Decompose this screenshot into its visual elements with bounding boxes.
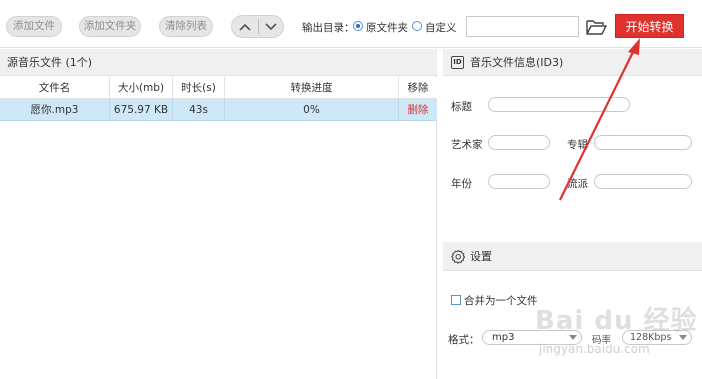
table-header: 文件名 大小(mb) 时长(s) 转换进度 移除 <box>0 77 437 99</box>
genre-input[interactable] <box>594 174 692 189</box>
column-header-duration: 时长(s) <box>173 77 225 99</box>
output-path-input[interactable] <box>466 16 579 37</box>
clear-list-button[interactable]: 清除列表 <box>159 16 213 37</box>
move-buttons-group <box>231 15 284 38</box>
radio-original-folder-label[interactable]: 原文件夹 <box>366 20 408 35</box>
title-input[interactable] <box>488 97 630 112</box>
id3-title: 音乐文件信息(ID3) <box>470 56 564 69</box>
source-files-title: 源音乐文件 (1个) <box>0 49 437 76</box>
radio-custom-folder-label[interactable]: 自定义 <box>425 20 457 35</box>
format-label: 格式： <box>448 334 480 346</box>
id3-icon: ID <box>451 56 464 69</box>
column-header-progress: 转换进度 <box>225 77 399 99</box>
radio-custom-folder[interactable] <box>412 21 422 31</box>
toolbar: 添加文件 添加文件夹 清除列表 输出目录： 原文件夹 自定义 开始转换 <box>0 0 702 48</box>
column-header-size: 大小(mb) <box>110 77 173 99</box>
album-label: 专辑 <box>567 139 588 151</box>
chevron-up-icon <box>239 23 251 31</box>
row-duration: 43s <box>173 99 225 121</box>
album-input[interactable] <box>594 135 692 150</box>
watermark-url: jingyan.baidu.com <box>539 342 650 356</box>
format-value: mp3 <box>492 332 515 343</box>
watermark-brand: Bai du 经验 <box>535 306 698 336</box>
artist-input[interactable] <box>488 135 550 150</box>
folder-open-icon[interactable] <box>585 17 607 37</box>
file-table: 文件名 大小(mb) 时长(s) 转换进度 移除 愿你.mp3 675.97 K… <box>0 77 437 121</box>
baidu-watermark: Bai du 经验 jingyan.baidu.com <box>533 298 698 368</box>
column-header-filename: 文件名 <box>0 77 110 99</box>
row-size: 675.97 KB <box>110 99 173 121</box>
add-folder-button[interactable]: 添加文件夹 <box>79 16 141 37</box>
move-down-button[interactable] <box>258 16 284 37</box>
row-delete-link[interactable]: 删除 <box>399 99 437 121</box>
artist-label: 艺术家 <box>451 139 483 151</box>
gear-icon <box>451 249 466 264</box>
merge-label[interactable]: 合并为一个文件 <box>464 293 538 308</box>
add-file-button[interactable]: 添加文件 <box>6 16 62 37</box>
radio-original-folder[interactable] <box>353 21 363 31</box>
move-up-button[interactable] <box>232 16 258 37</box>
id3-header: ID 音乐文件信息(ID3) <box>443 49 702 76</box>
row-progress: 0% <box>225 99 399 121</box>
output-dir-label: 输出目录： <box>302 22 355 34</box>
genre-label: 流派 <box>567 178 588 190</box>
delete-link[interactable]: 删除 <box>408 104 429 116</box>
column-header-remove: 移除 <box>407 82 429 94</box>
year-input[interactable] <box>488 174 550 189</box>
start-convert-button[interactable]: 开始转换 <box>615 14 684 38</box>
chevron-down-icon <box>265 22 277 30</box>
merge-checkbox[interactable] <box>451 295 461 305</box>
settings-title: 设置 <box>470 250 492 263</box>
settings-header: 设置 <box>443 242 702 271</box>
table-row[interactable]: 愿你.mp3 675.97 KB 43s 0% 删除 <box>0 99 437 121</box>
title-label: 标题 <box>451 101 472 113</box>
year-label: 年份 <box>451 178 472 190</box>
source-files-panel: 源音乐文件 (1个) 文件名 大小(mb) 时长(s) 转换进度 移除 愿你.m… <box>0 49 437 379</box>
row-filename: 愿你.mp3 <box>0 99 110 121</box>
